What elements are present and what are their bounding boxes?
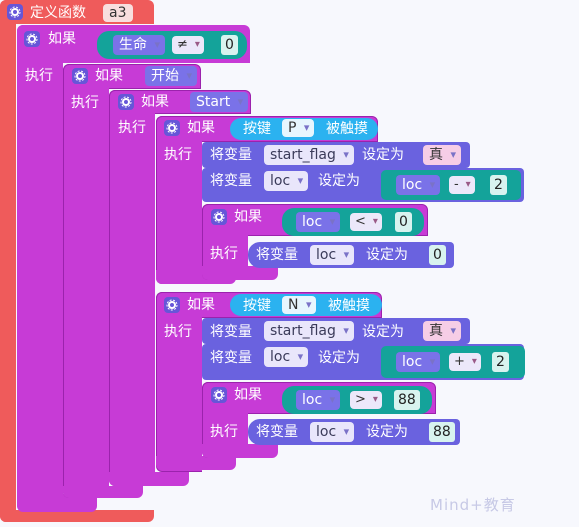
if-block-key-p-arm: [156, 116, 202, 284]
set-var-label: 将变量: [256, 424, 298, 440]
number-input[interactable]: 88: [394, 390, 420, 410]
gear-icon[interactable]: [164, 120, 180, 136]
if-label: 如果: [234, 209, 262, 225]
variable-reporter[interactable]: loc: [296, 390, 341, 410]
variable-dropdown-start[interactable]: Start: [190, 92, 249, 112]
function-name-field[interactable]: a3: [103, 4, 133, 22]
set-to-label: 设定为: [318, 173, 360, 189]
set-var-label: 将变量: [256, 247, 298, 263]
operator-dropdown[interactable]: +: [449, 353, 481, 371]
define-function-body: [0, 0, 16, 522]
do-label: 执行: [71, 95, 99, 111]
number-input[interactable]: 0: [429, 245, 446, 265]
gear-icon[interactable]: [164, 297, 180, 313]
set-to-label: 设定为: [318, 350, 360, 366]
set-to-label: 设定为: [366, 247, 408, 263]
operator-dropdown[interactable]: >: [350, 391, 382, 409]
key-dropdown-n[interactable]: N: [282, 296, 317, 314]
set-to-label: 设定为: [362, 147, 404, 163]
boolean-dropdown[interactable]: 真: [423, 145, 461, 165]
pressed-label: 被触摸: [328, 298, 370, 314]
gear-icon[interactable]: [211, 209, 227, 225]
if-block-inner-bottom: [202, 444, 278, 458]
do-label: 执行: [210, 246, 238, 262]
if-block-key-n-bottom: [156, 456, 236, 470]
boolean-dropdown[interactable]: 真: [423, 321, 461, 341]
number-input[interactable]: 2: [490, 175, 507, 195]
number-input[interactable]: 0: [395, 212, 412, 232]
variable-reporter[interactable]: loc: [396, 352, 441, 372]
variable-dropdown-begin[interactable]: 开始: [145, 66, 197, 86]
if-label: 如果: [95, 68, 123, 84]
key-dropdown-p[interactable]: P: [282, 119, 315, 137]
variable-dropdown[interactable]: loc: [264, 347, 309, 367]
key-label: 按键: [243, 121, 271, 137]
variable-dropdown[interactable]: loc: [310, 422, 355, 442]
key-label: 按键: [243, 298, 271, 314]
set-to-label: 设定为: [362, 324, 404, 340]
variable-dropdown[interactable]: loc: [264, 171, 309, 191]
set-var-label: 将变量: [210, 147, 252, 163]
operator-dropdown[interactable]: <: [350, 213, 382, 231]
set-var-label: 将变量: [210, 173, 252, 189]
if-block-start-arm: [109, 90, 155, 486]
if-block-inner-bottom: [202, 266, 278, 280]
define-function-label: 定义函数: [30, 5, 86, 21]
if-block-key-n-arm: [156, 292, 202, 472]
variable-dropdown[interactable]: start_flag: [264, 145, 354, 165]
if-label: 如果: [234, 387, 262, 403]
operator-dropdown[interactable]: -: [449, 176, 475, 194]
set-var-label: 将变量: [210, 324, 252, 340]
operator-dropdown[interactable]: ≠: [172, 36, 204, 54]
gear-icon[interactable]: [24, 31, 40, 47]
number-input[interactable]: 88: [429, 422, 455, 442]
variable-dropdown-life[interactable]: 生命: [113, 35, 165, 55]
gear-icon[interactable]: [118, 94, 134, 110]
set-var-label: 将变量: [210, 350, 252, 366]
if-label: 如果: [187, 297, 215, 313]
set-to-label: 设定为: [366, 424, 408, 440]
if-block-begin-bottom: [63, 486, 143, 498]
watermark: Mind+教育: [430, 496, 516, 514]
number-input[interactable]: 2: [492, 352, 509, 372]
if-block-life-arm: [17, 25, 63, 511]
do-label: 执行: [210, 424, 238, 440]
gear-icon[interactable]: [72, 68, 88, 84]
do-label: 执行: [25, 68, 53, 84]
do-label: 执行: [118, 120, 146, 136]
variable-reporter[interactable]: loc: [396, 175, 441, 195]
do-label: 执行: [164, 147, 192, 163]
pressed-label: 被触摸: [326, 121, 368, 137]
if-block-start-bottom: [109, 472, 189, 486]
variable-dropdown[interactable]: loc: [310, 245, 355, 265]
variable-reporter[interactable]: loc: [296, 212, 341, 232]
if-label: 如果: [141, 94, 169, 110]
if-label: 如果: [48, 31, 76, 47]
gear-icon[interactable]: [211, 387, 227, 403]
variable-dropdown[interactable]: start_flag: [264, 321, 354, 341]
do-label: 执行: [164, 324, 192, 340]
if-label: 如果: [187, 120, 215, 136]
number-input[interactable]: 0: [221, 35, 238, 55]
gear-icon[interactable]: [7, 4, 23, 20]
if-block-begin-arm: [63, 64, 109, 498]
